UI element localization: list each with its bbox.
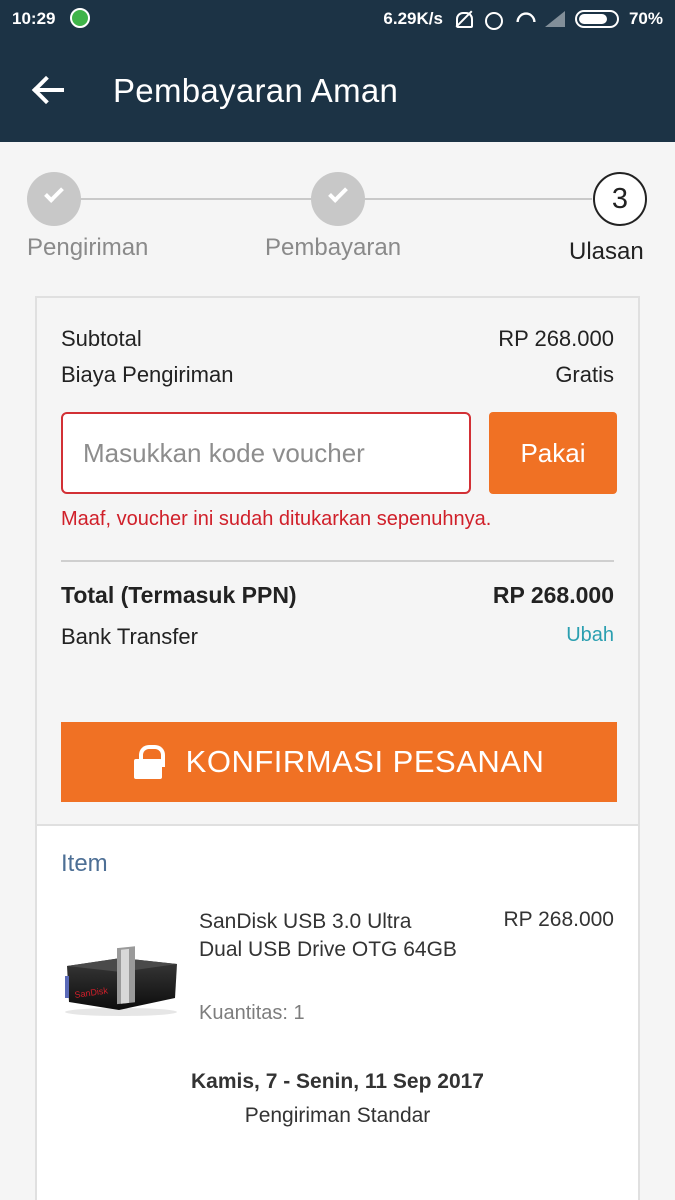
product-name: SanDisk USB 3.0 Ultra Dual USB Drive OTG…: [199, 910, 457, 961]
order-summary-card: Subtotal RP 268.000 Biaya Pengiriman Gra…: [35, 296, 640, 828]
wifi-icon: [513, 10, 533, 28]
items-title: Item: [61, 850, 108, 877]
check-icon: [44, 183, 64, 203]
delivery-date: Kamis, 7 - Senin, 11 Sep 2017: [191, 1070, 484, 1093]
mute-notification-icon: [453, 10, 473, 28]
step-review-number: 3: [611, 183, 629, 215]
app-bar: Pembayaran Aman: [0, 38, 675, 142]
subtotal-label: Subtotal: [61, 326, 142, 351]
items-section: Item SanDisk SanDisk USB 3.0 Ultra Dual …: [35, 824, 640, 1200]
alarm-icon: [483, 10, 503, 30]
product-price: RP 268.000: [503, 908, 614, 931]
product-image: SanDisk: [65, 946, 177, 1016]
total-label: Total (Termasuk PPN): [61, 582, 297, 608]
subtotal-value: RP 268.000: [498, 326, 614, 351]
shipping-fee-value: Gratis: [555, 362, 614, 387]
step-shipping-label: Pengiriman: [27, 234, 149, 261]
signal-icon: [543, 10, 565, 28]
order-summary: Subtotal RP 268.000 Biaya Pengiriman Gra…: [37, 298, 638, 826]
total-value: RP 268.000: [492, 582, 614, 608]
shipping-fee-row: Biaya Pengiriman Gratis: [61, 362, 614, 388]
page-title: Pembayaran Aman: [113, 72, 399, 109]
confirm-order-label: KONFIRMASI PESANAN: [185, 744, 545, 779]
step-payment-label: Pembayaran: [265, 234, 402, 261]
payment-method-row: Bank Transfer Ubah: [61, 624, 614, 650]
battery-percent: 70%: [628, 9, 663, 28]
status-bar: 10:29 6.29K/s 70%: [0, 0, 675, 38]
apply-voucher-button[interactable]: Pakai: [489, 412, 617, 494]
network-speed: 6.29K/s: [383, 9, 443, 28]
product-quantity: Kuantitas: 1: [199, 1002, 305, 1024]
step-connector: [364, 198, 592, 200]
step-payment-circle: [311, 172, 365, 226]
subtotal-row: Subtotal RP 268.000: [61, 326, 614, 352]
battery-icon: [574, 10, 619, 28]
step-connector: [80, 198, 312, 200]
checkout-stepper: Pengiriman Pembayaran 3 Ulasan: [0, 142, 675, 292]
voucher-code-input[interactable]: [61, 412, 471, 494]
shipping-fee-label: Biaya Pengiriman: [61, 362, 234, 387]
total-row: Total (Termasuk PPN) RP 268.000: [61, 582, 614, 609]
lock-icon: [133, 745, 165, 779]
step-review-label: Ulasan: [569, 238, 644, 265]
back-arrow-icon: [34, 88, 64, 92]
whatsapp-icon: [70, 8, 90, 28]
payment-method-label: Bank Transfer: [61, 624, 198, 649]
back-button[interactable]: [24, 66, 80, 114]
change-payment-link[interactable]: Ubah: [566, 624, 614, 650]
step-shipping-circle: [27, 172, 81, 226]
divider: [61, 560, 614, 562]
status-time: 10:29: [12, 9, 56, 28]
status-right: 6.29K/s 70%: [383, 9, 663, 30]
voucher-error-message: Maaf, voucher ini sudah ditukarkan sepen…: [61, 508, 492, 530]
step-review-circle: 3: [593, 172, 647, 226]
delivery-method: Pengiriman Standar: [244, 1104, 431, 1127]
confirm-order-button[interactable]: KONFIRMASI PESANAN: [61, 722, 617, 802]
check-icon: [328, 183, 348, 203]
